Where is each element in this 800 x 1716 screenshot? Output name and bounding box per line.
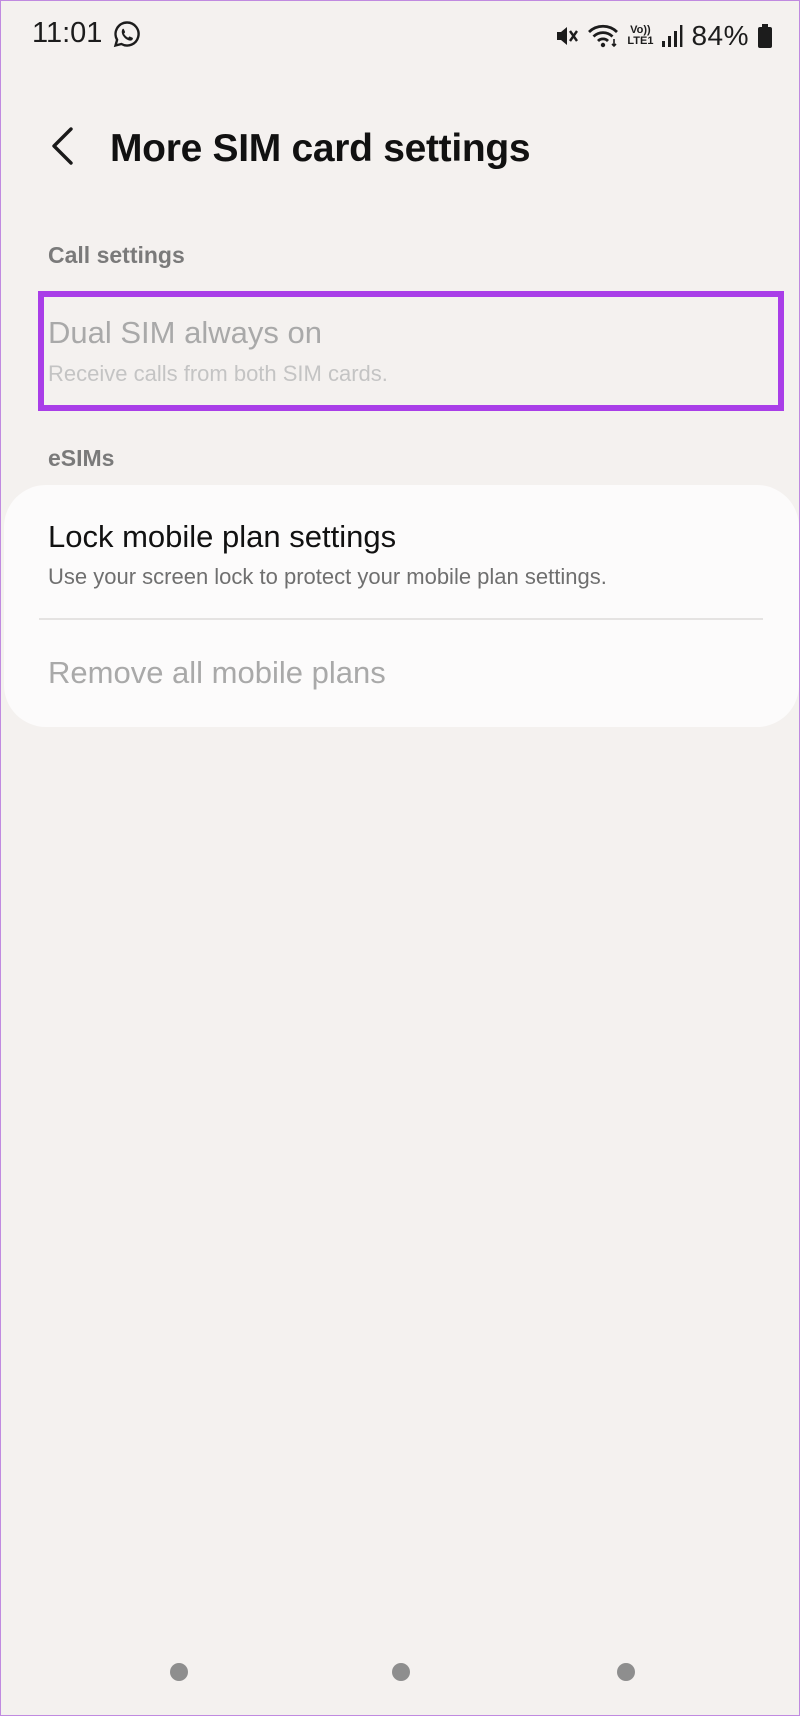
section-label-call-settings: Call settings bbox=[48, 242, 185, 268]
item-title: Lock mobile plan settings bbox=[48, 519, 397, 554]
status-icons: Vo)) LTE1 84% bbox=[553, 17, 773, 55]
page-title: More SIM card settings bbox=[110, 127, 531, 170]
battery-icon bbox=[757, 23, 773, 49]
network-type: Vo)) LTE1 bbox=[627, 25, 653, 47]
status-time: 11:01 bbox=[32, 17, 103, 49]
navigation-bar bbox=[1, 1641, 799, 1701]
divider bbox=[39, 618, 763, 620]
nav-home-button[interactable] bbox=[392, 1663, 410, 1681]
mute-icon bbox=[553, 23, 579, 49]
nav-recents-button[interactable] bbox=[170, 1663, 188, 1681]
signal-icon bbox=[661, 23, 683, 49]
section-label-esims: eSIMs bbox=[48, 445, 115, 471]
back-arrow-icon bbox=[47, 126, 77, 171]
lock-mobile-plan-settings-item[interactable]: Lock mobile plan settings Use your scree… bbox=[1, 501, 799, 616]
wifi-icon bbox=[587, 23, 619, 49]
highlight-box bbox=[38, 291, 784, 411]
status-bar: 11:01 Vo)) LTE1 84% bbox=[1, 1, 799, 71]
lte-label: LTE1 bbox=[627, 35, 654, 47]
nav-back-button[interactable] bbox=[617, 1663, 635, 1681]
item-title: Remove all mobile plans bbox=[48, 655, 386, 690]
app-bar: More SIM card settings bbox=[1, 111, 799, 191]
item-subtitle: Use your screen lock to protect your mob… bbox=[48, 564, 607, 589]
battery-percent: 84% bbox=[691, 20, 749, 51]
back-button[interactable] bbox=[37, 123, 87, 173]
whatsapp-icon bbox=[113, 20, 141, 48]
remove-all-mobile-plans-item[interactable]: Remove all mobile plans bbox=[1, 623, 799, 723]
